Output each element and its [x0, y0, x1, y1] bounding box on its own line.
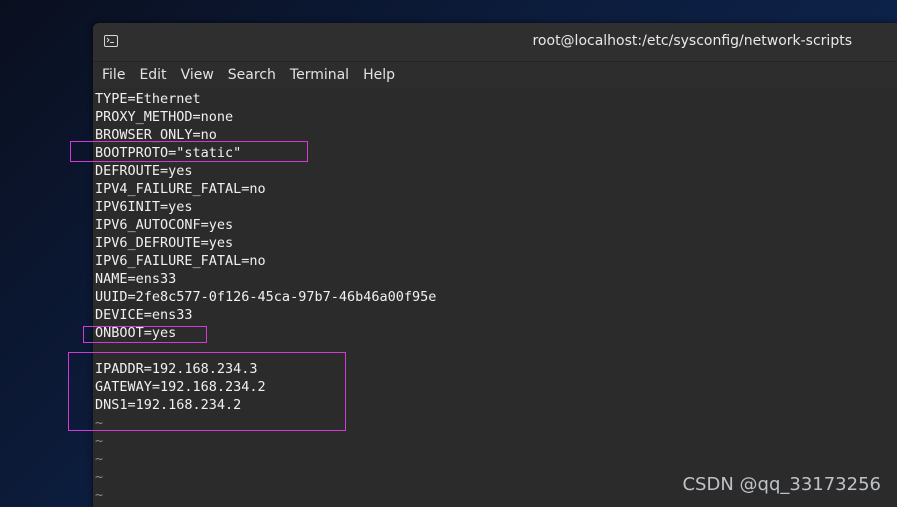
line-ipv6init: IPV6INIT=yes — [95, 199, 193, 215]
menu-view[interactable]: View — [174, 62, 221, 88]
empty-line-marker: ~ — [95, 433, 104, 449]
line-ipv6-failure-fatal: IPV6_FAILURE_FATAL=no — [95, 253, 266, 269]
empty-line-marker: ~ — [95, 469, 104, 485]
title-bar[interactable]: root@localhost:/etc/sysconfig/network-sc… — [93, 23, 897, 62]
line-name: NAME=ens33 — [95, 271, 177, 287]
line-proxy-method: PROXY_METHOD=none — [95, 109, 234, 125]
window-title: root@localhost:/etc/sysconfig/network-sc… — [532, 33, 852, 49]
watermark: CSDN @qq_33173256 — [682, 474, 881, 495]
highlight-box-bootproto — [70, 141, 308, 162]
terminal-icon — [104, 35, 118, 47]
terminal-window[interactable]: root@localhost:/etc/sysconfig/network-sc… — [93, 23, 897, 507]
menu-edit[interactable]: Edit — [132, 62, 173, 88]
menu-search[interactable]: Search — [221, 62, 283, 88]
line-device: DEVICE=ens33 — [95, 307, 193, 323]
menu-help[interactable]: Help — [356, 62, 402, 88]
menu-file[interactable]: File — [93, 62, 132, 88]
line-type: TYPE=Ethernet — [95, 91, 201, 107]
line-defroute: DEFROUTE=yes — [95, 163, 193, 179]
line-ipv6-defroute: IPV6_DEFROUTE=yes — [95, 235, 234, 251]
highlight-box-ip-settings — [68, 352, 346, 431]
line-ipv4-failure-fatal: IPV4_FAILURE_FATAL=no — [95, 181, 266, 197]
line-ipv6-autoconf: IPV6_AUTOCONF=yes — [95, 217, 234, 233]
menu-terminal[interactable]: Terminal — [283, 62, 356, 88]
highlight-box-onboot — [83, 326, 207, 343]
empty-line-marker: ~ — [95, 451, 104, 467]
menu-bar: File Edit View Search Terminal Help — [93, 62, 897, 88]
empty-line-marker: ~ — [95, 487, 104, 503]
line-uuid: UUID=2fe8c577-0f126-45ca-97b7-46b46a00f9… — [95, 289, 437, 305]
